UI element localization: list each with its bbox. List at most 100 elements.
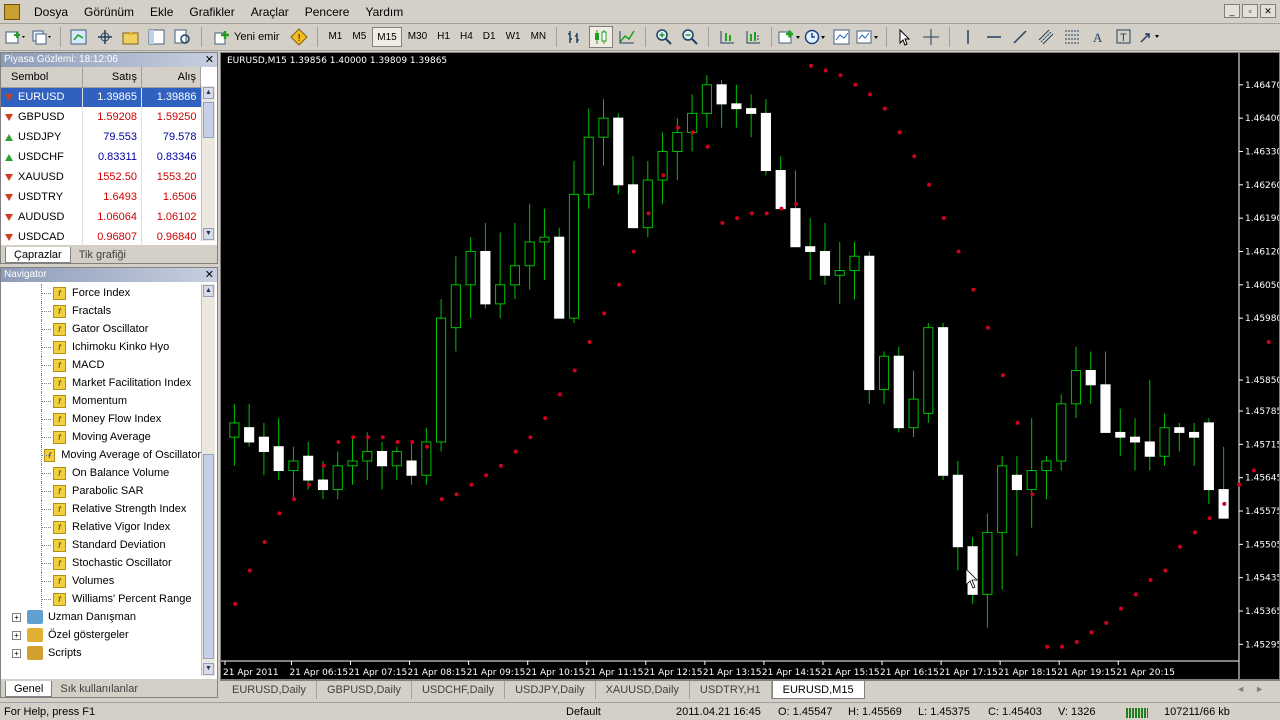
navigator-folder[interactable]: + Uzman Danışman — [1, 608, 201, 626]
equidistant-channel-icon[interactable] — [1034, 26, 1058, 48]
expand-icon[interactable]: + — [12, 630, 21, 640]
navigator-indicator-item[interactable]: f Ichimoku Kinko Hyo — [1, 338, 201, 356]
column-symbol[interactable]: Sembol — [1, 67, 83, 88]
tab-scroll-arrows[interactable]: ◄► — [1236, 684, 1274, 694]
navigator-folder[interactable]: + Özel göstergeler — [1, 626, 201, 644]
chart-window[interactable]: 1.46470 1.46400 1.46330 1.46260 1.46190 1.461… — [220, 52, 1280, 680]
navigator-indicator-item[interactable]: f Volumes — [1, 572, 201, 590]
navigator-indicator-item[interactable]: f MACD — [1, 356, 201, 374]
navigator-indicator-item[interactable]: f Gator Oscillator — [1, 320, 201, 338]
crosshair-icon[interactable] — [919, 26, 943, 48]
close-icon[interactable]: ✕ — [205, 268, 214, 282]
market-watch-scrollbar[interactable]: ▲ ▼ — [201, 86, 215, 241]
navigator-indicator-item[interactable]: f Standard Deviation — [1, 536, 201, 554]
market-watch-row[interactable]: USDCHF 0.83311 0.83346 — [1, 147, 201, 167]
expert-advisors-icon[interactable]: ! — [287, 26, 311, 48]
text-label-icon[interactable]: T — [1112, 26, 1136, 48]
scroll-thumb[interactable] — [203, 454, 214, 659]
chart-tab[interactable]: USDCHF,Daily — [412, 681, 506, 699]
strategy-tester-icon[interactable] — [171, 26, 195, 48]
bar-chart-icon[interactable] — [563, 26, 587, 48]
navigator-folder[interactable]: + Scripts — [1, 644, 201, 662]
timeframe-h4[interactable]: H4 — [456, 27, 477, 47]
candlestick-chart-icon[interactable] — [589, 26, 614, 48]
column-ask[interactable]: Alış — [141, 67, 202, 88]
market-watch-row[interactable]: AUDUSD 1.06064 1.06102 — [1, 207, 201, 227]
profiles-icon[interactable] — [30, 26, 54, 48]
restore-icon[interactable]: ▫ — [1242, 4, 1258, 18]
text-icon[interactable]: A — [1086, 26, 1110, 48]
chart-tab[interactable]: EURUSD,Daily — [222, 681, 317, 699]
navigator-indicator-item[interactable]: f Momentum — [1, 392, 201, 410]
terminal-icon[interactable] — [145, 26, 169, 48]
chart-tab[interactable]: USDTRY,H1 — [690, 681, 772, 699]
minimize-icon[interactable]: _ — [1224, 4, 1240, 18]
navigator-indicator-item[interactable]: f Force Index — [1, 284, 201, 302]
navigator-indicator-item[interactable]: f Fractals — [1, 302, 201, 320]
navigator-indicator-item[interactable]: f Relative Strength Index — [1, 500, 201, 518]
timeframe-mn[interactable]: MN — [527, 27, 551, 47]
scroll-down-icon[interactable]: ▼ — [203, 663, 214, 675]
menu-window[interactable]: Pencere — [297, 0, 358, 24]
market-watch-row[interactable]: EURUSD 1.39865 1.39886 — [1, 87, 201, 107]
new-chart-icon[interactable] — [4, 26, 28, 48]
market-watch-row[interactable]: USDTRY 1.6493 1.6506 — [1, 187, 201, 207]
timeframe-h1[interactable]: H1 — [433, 27, 454, 47]
menu-view[interactable]: Görünüm — [76, 0, 142, 24]
menu-insert[interactable]: Ekle — [142, 0, 181, 24]
navigator-indicator-item[interactable]: f Moving Average of Oscillator — [1, 446, 201, 464]
navigator-indicator-item[interactable]: f Moving Average — [1, 428, 201, 446]
close-icon[interactable]: ✕ — [1260, 4, 1276, 18]
chart-shift-icon[interactable] — [741, 26, 765, 48]
timeframe-m1[interactable]: M1 — [324, 27, 346, 47]
navigator-indicator-item[interactable]: f Money Flow Index — [1, 410, 201, 428]
navigator-indicator-item[interactable]: f Parabolic SAR — [1, 482, 201, 500]
market-watch-row[interactable]: USDJPY 79.553 79.578 — [1, 127, 201, 147]
fibonacci-icon[interactable] — [1060, 26, 1084, 48]
line-chart-icon[interactable] — [615, 26, 639, 48]
vertical-line-icon[interactable] — [956, 26, 980, 48]
navigator-indicator-item[interactable]: f Williams' Percent Range — [1, 590, 201, 608]
zoom-out-icon[interactable] — [678, 26, 702, 48]
scroll-up-icon[interactable]: ▲ — [203, 285, 214, 297]
chart-tab-active[interactable]: EURUSD,M15 — [771, 681, 865, 699]
navigator-icon[interactable] — [119, 26, 143, 48]
scroll-up-icon[interactable]: ▲ — [203, 87, 214, 99]
data-window-icon[interactable] — [93, 26, 117, 48]
chart-tab[interactable]: USDJPY,Daily — [505, 681, 596, 699]
tab-favorites[interactable]: Sık kullanılanlar — [52, 681, 146, 697]
scroll-thumb[interactable] — [203, 102, 214, 138]
price-chart[interactable]: 1.46470 1.46400 1.46330 1.46260 1.46190 1.461… — [221, 53, 1279, 679]
chart-tab[interactable]: GBPUSD,Daily — [317, 681, 412, 699]
navigator-indicator-item[interactable]: f Market Facilitation Index — [1, 374, 201, 392]
navigator-indicator-item[interactable]: f Stochastic Oscillator — [1, 554, 201, 572]
navigator-scrollbar[interactable]: ▲ ▼ — [201, 284, 215, 676]
navigator-indicator-item[interactable]: f On Balance Volume — [1, 464, 201, 482]
market-watch-icon[interactable] — [67, 26, 91, 48]
timeframe-m30[interactable]: M30 — [404, 27, 431, 47]
scroll-down-icon[interactable]: ▼ — [203, 228, 214, 240]
navigator-indicator-item[interactable]: f Relative Vigor Index — [1, 518, 201, 536]
periods-icon[interactable] — [804, 26, 828, 48]
timeframe-m15[interactable]: M15 — [372, 27, 402, 47]
timeframe-w1[interactable]: W1 — [502, 27, 525, 47]
cursor-icon[interactable] — [893, 26, 917, 48]
tab-general[interactable]: Genel — [5, 681, 53, 697]
menu-charts[interactable]: Grafikler — [181, 0, 242, 24]
menu-tools[interactable]: Araçlar — [243, 0, 297, 24]
zoom-in-icon[interactable] — [652, 26, 676, 48]
arrows-icon[interactable] — [1138, 26, 1162, 48]
indicators-list-icon[interactable] — [778, 26, 802, 48]
horizontal-line-icon[interactable] — [982, 26, 1006, 48]
timeframe-d1[interactable]: D1 — [479, 27, 500, 47]
expand-icon[interactable]: + — [12, 612, 21, 622]
column-bid[interactable]: Satış — [82, 67, 142, 88]
tab-tick-chart[interactable]: Tik grafiği — [71, 247, 134, 263]
timeframe-m5[interactable]: M5 — [348, 27, 370, 47]
menu-file[interactable]: Dosya — [26, 0, 76, 24]
expand-icon[interactable]: + — [12, 648, 21, 658]
auto-scroll-icon[interactable] — [715, 26, 739, 48]
new-order-button[interactable]: Yeni emir — [208, 26, 285, 48]
market-watch-row[interactable]: GBPUSD 1.59208 1.59250 — [1, 107, 201, 127]
tab-symbols[interactable]: Çaprazlar — [5, 247, 71, 263]
